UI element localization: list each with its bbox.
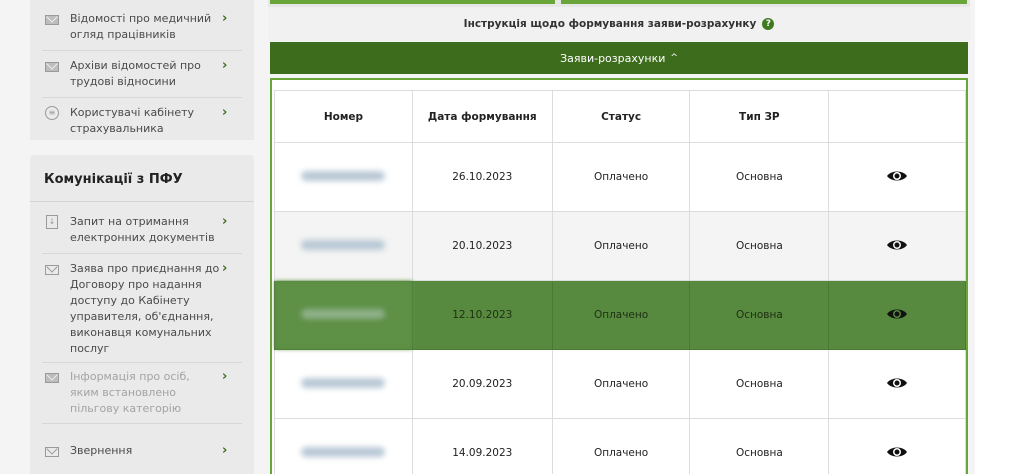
cell-type: Основна [689, 142, 830, 212]
cell-view [828, 349, 966, 419]
cell-status: Оплачено [551, 142, 691, 212]
cell-view [828, 142, 966, 212]
divider [42, 97, 242, 98]
divider [42, 423, 242, 424]
calculations-table-container: Номер Дата формування Статус Тип ЗР 26.1… [270, 78, 968, 474]
sidebar-item-label: Користувачі кабінету страхувальника [70, 106, 195, 135]
column-header-actions [828, 90, 966, 143]
cell-type: Основна [689, 280, 830, 350]
sidebar-item-label: Запит на отримання електронних документі… [70, 215, 215, 244]
cell-status: Оплачено [551, 280, 691, 350]
list-circle-icon: ≡ [44, 106, 60, 120]
cell-date: 26.10.2023 [411, 142, 553, 212]
sidebar-card-reports: Відомості про медичний огляд працівників… [30, 0, 254, 140]
main-content: Інструкція щодо формування заяви-розраху… [268, 0, 970, 474]
redacted-number [301, 377, 386, 388]
envelope-icon [44, 14, 60, 26]
chevron-right-icon: › [222, 105, 228, 120]
chevron-right-icon: › [222, 58, 228, 73]
cell-date: 12.10.2023 [411, 280, 553, 350]
tab-indicator[interactable] [561, 0, 967, 4]
section-toggle-calculations[interactable]: Заяви-розрахунки ^ [270, 42, 968, 74]
sidebar-item-label: Звернення [70, 444, 133, 457]
divider [42, 253, 242, 254]
cell-number-redacted [274, 211, 413, 281]
cell-number-redacted [274, 349, 413, 419]
chevron-right-icon: › [222, 443, 228, 458]
envelope-outline-icon [44, 264, 60, 276]
sidebar: Відомості про медичний огляд працівників… [30, 0, 254, 474]
sidebar-item-label: Відомості про медичний огляд працівників [70, 12, 212, 41]
card-title: Комунікації з ПФУ [44, 172, 183, 187]
redacted-number [301, 308, 386, 319]
cell-status: Оплачено [551, 418, 691, 474]
help-icon[interactable]: ? [762, 18, 775, 30]
table-row[interactable]: 20.09.2023 Оплачено Основна [274, 349, 966, 419]
eye-icon[interactable] [886, 238, 908, 252]
document-icon: ↓ [44, 215, 60, 229]
instruction-link[interactable]: Інструкція щодо формування заяви-розраху… [268, 7, 970, 41]
cell-type: Основна [689, 211, 830, 281]
sidebar-item-label: Заява про приєднання до Договору про над… [70, 262, 220, 355]
cell-type: Основна [689, 418, 830, 474]
tab-indicator[interactable] [270, 0, 555, 4]
eye-icon[interactable] [886, 445, 908, 459]
cell-view [828, 280, 966, 350]
chevron-right-icon: › [222, 261, 228, 276]
cell-date: 20.10.2023 [411, 211, 553, 281]
page-margin-right [975, 0, 1024, 474]
cell-view [828, 418, 966, 474]
eye-icon[interactable] [886, 307, 908, 321]
envelope-icon [44, 372, 60, 384]
eye-icon[interactable] [886, 169, 908, 183]
sidebar-item-label: Архіви відомостей про трудові відносини [70, 59, 201, 88]
table-row[interactable]: 20.10.2023 Оплачено Основна [274, 211, 966, 281]
column-header-status: Статус [551, 90, 691, 143]
divider [42, 362, 242, 363]
redacted-number [301, 446, 386, 457]
calculations-table: Номер Дата формування Статус Тип ЗР 26.1… [274, 90, 966, 474]
table-row-selected[interactable]: 12.10.2023 Оплачено Основна [274, 280, 966, 350]
chevron-up-icon: ^ [670, 53, 678, 63]
column-header-type: Тип ЗР [689, 90, 830, 143]
sidebar-item-label: Інформація про осіб, яким встановлено пі… [70, 370, 190, 415]
instruction-text: Інструкція щодо формування заяви-розраху… [463, 18, 757, 30]
cell-status: Оплачено [551, 349, 691, 419]
redacted-number [301, 239, 386, 250]
envelope-outline-icon [44, 446, 60, 458]
table-row[interactable]: 14.09.2023 Оплачено Основна [274, 418, 966, 474]
cell-number-redacted [274, 142, 413, 212]
column-header-date: Дата формування [411, 90, 553, 143]
cell-number-redacted [274, 418, 413, 474]
redacted-number [301, 170, 386, 181]
table-header-row: Номер Дата формування Статус Тип ЗР [274, 90, 966, 143]
eye-icon[interactable] [886, 376, 908, 390]
cell-type: Основна [689, 349, 830, 419]
cell-number-redacted [274, 280, 413, 350]
column-header-number: Номер [274, 90, 413, 143]
chevron-right-icon: › [222, 11, 228, 26]
top-tabs-strip [268, 0, 970, 7]
envelope-icon [44, 61, 60, 73]
divider [42, 50, 242, 51]
divider [30, 201, 254, 202]
cell-date: 20.09.2023 [411, 349, 553, 419]
cell-date: 14.09.2023 [411, 418, 553, 474]
cell-status: Оплачено [551, 211, 691, 281]
chevron-right-icon: › [222, 369, 228, 384]
table-row[interactable]: 26.10.2023 Оплачено Основна [274, 142, 966, 212]
sidebar-card-communications: Комунікації з ПФУ ↓ Запит на отримання е… [30, 155, 254, 474]
section-title: Заяви-розрахунки [560, 51, 666, 65]
cell-view [828, 211, 966, 281]
chevron-right-icon: › [222, 214, 228, 229]
